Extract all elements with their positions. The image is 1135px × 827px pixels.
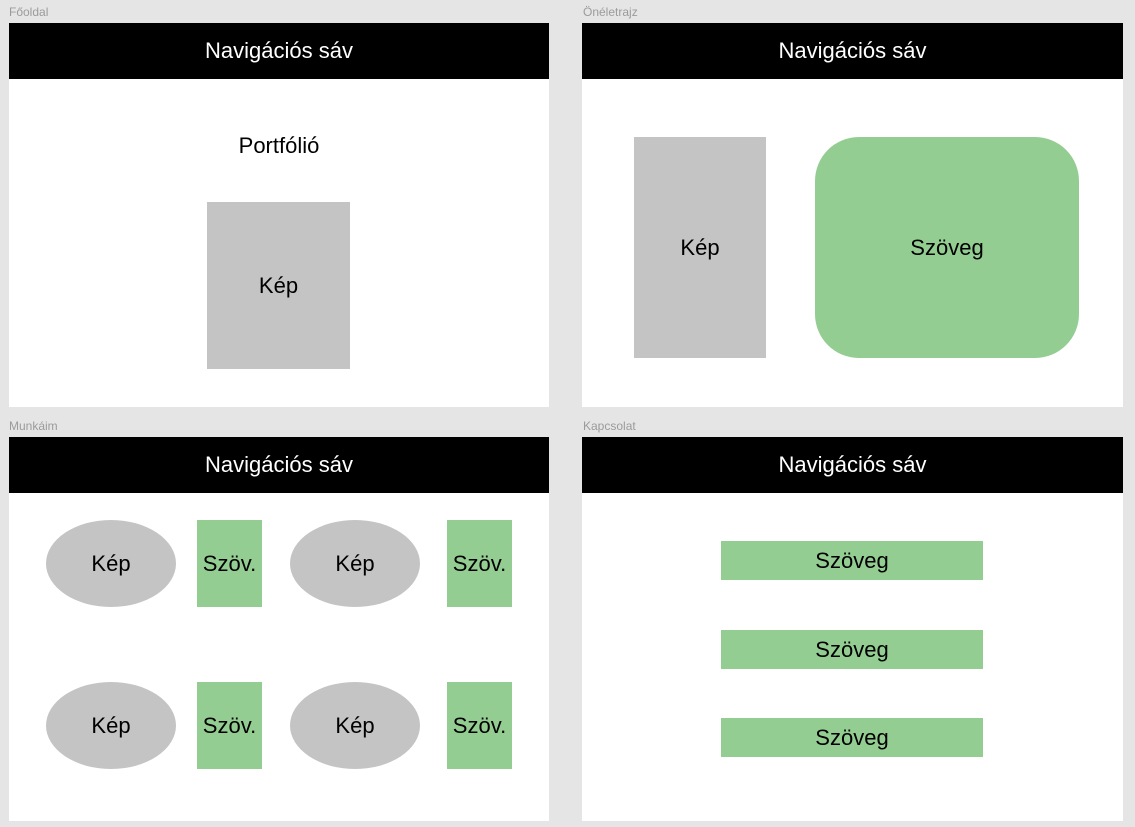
nav-bar-label: Navigációs sáv — [778, 452, 927, 477]
text-placeholder: Szöveg — [815, 137, 1079, 358]
work-text: Szöv. — [447, 520, 512, 607]
frame-oneletrajz: Navigációs sáv Kép Szöveg — [582, 23, 1123, 407]
work-text-label: Szöv. — [452, 712, 507, 738]
work-image: Kép — [290, 520, 420, 607]
frame-label-fooldal: Főoldal — [9, 5, 49, 19]
contact-text-label: Szöveg — [815, 636, 889, 662]
work-image: Kép — [46, 520, 176, 607]
frame-label-kapcsolat: Kapcsolat — [583, 419, 636, 433]
text-placeholder-label: Szöveg — [910, 234, 984, 260]
nav-bar-label: Navigációs sáv — [205, 452, 353, 477]
nav-bar[interactable]: Navigációs sáv — [9, 23, 549, 79]
nav-bar[interactable]: Navigációs sáv — [582, 437, 1123, 493]
work-text: Szöv. — [447, 682, 512, 769]
image-placeholder-label: Kép — [680, 234, 720, 260]
nav-bar[interactable]: Navigációs sáv — [582, 23, 1123, 79]
work-image: Kép — [290, 682, 420, 769]
page-title: Portfólió — [238, 133, 320, 158]
work-text: Szöv. — [197, 520, 262, 607]
frame-fooldal: Navigációs sáv Portfólió Kép — [9, 23, 549, 407]
contact-text: Szöveg — [721, 541, 983, 580]
work-image-label: Kép — [91, 712, 131, 738]
contact-text-label: Szöveg — [815, 547, 889, 573]
nav-bar[interactable]: Navigációs sáv — [9, 437, 549, 493]
work-image-label: Kép — [335, 712, 375, 738]
work-text-label: Szöv. — [202, 550, 257, 576]
work-text: Szöv. — [197, 682, 262, 769]
work-image: Kép — [46, 682, 176, 769]
frame-munkaim: Navigációs sáv Kép Szöv. Kép Szöv. Kép S… — [9, 437, 549, 821]
image-placeholder: Kép — [207, 202, 350, 369]
work-text-label: Szöv. — [452, 550, 507, 576]
frame-kapcsolat: Navigációs sáv Szöveg Szöveg Szöveg — [582, 437, 1123, 821]
work-image-label: Kép — [91, 550, 131, 576]
frame-label-munkaim: Munkáim — [9, 419, 58, 433]
contact-text: Szöveg — [721, 718, 983, 757]
contact-text-label: Szöveg — [815, 724, 889, 750]
image-placeholder: Kép — [634, 137, 766, 358]
frame-label-oneletrajz: Önéletrajz — [583, 5, 638, 19]
nav-bar-label: Navigációs sáv — [778, 38, 927, 63]
image-placeholder-label: Kép — [258, 272, 299, 298]
contact-text: Szöveg — [721, 630, 983, 669]
work-image-label: Kép — [335, 550, 375, 576]
nav-bar-label: Navigációs sáv — [205, 38, 353, 63]
work-text-label: Szöv. — [202, 712, 257, 738]
